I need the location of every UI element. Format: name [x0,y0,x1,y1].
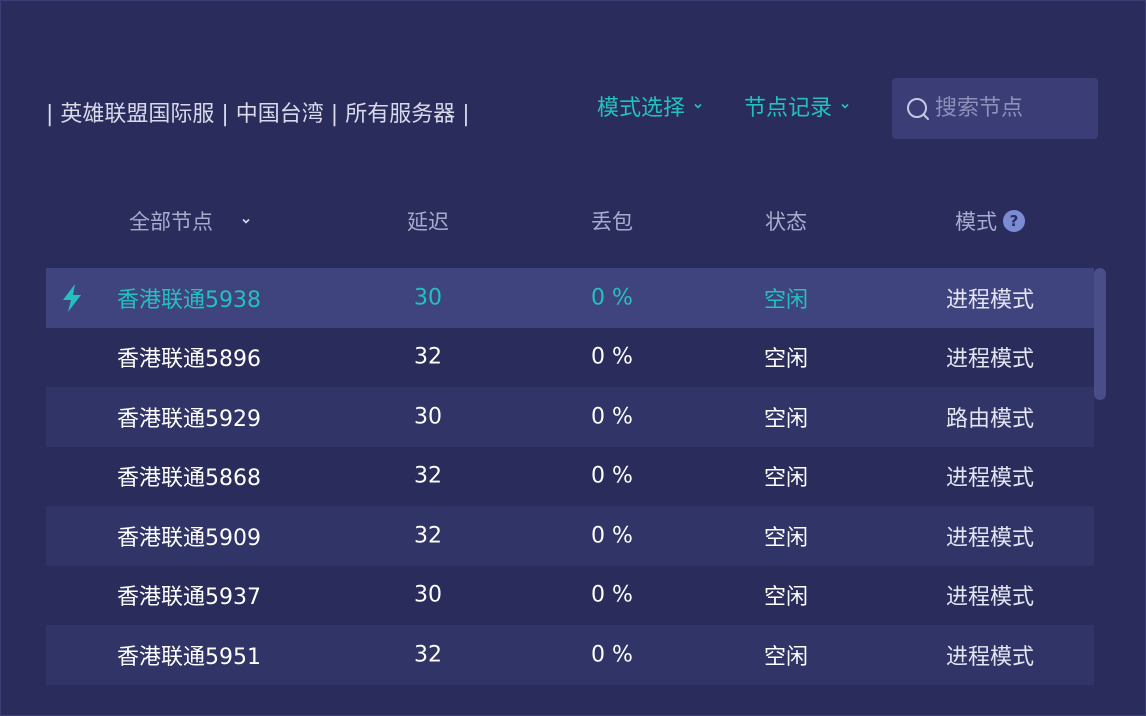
node-mode: 进程模式 [945,287,1035,313]
chevron-down-icon [694,103,702,109]
node-latency: 32 [414,642,442,668]
table-row[interactable]: 香港联通5938 30 0 % 空闲 进程模式 [46,268,1094,328]
node-loss: 0 % [591,582,633,608]
node-loss: 0 % [591,344,633,370]
header-mode-group: 模式 ? [955,206,1025,236]
lightning-bolt-icon [63,283,81,312]
node-name: 香港联通5937 [117,585,261,611]
node-status: 空闲 [763,525,809,551]
node-mode: 进程模式 [945,585,1035,611]
table-scrollbar[interactable] [1094,268,1106,672]
node-status: 空闲 [763,585,809,611]
header-loss[interactable]: 丢包 [591,206,633,236]
node-loss: 0 % [591,523,633,549]
node-name: 香港联通5929 [117,406,261,432]
node-mode: 进程模式 [945,347,1035,373]
breadcrumb: | 英雄联盟国际服 | 中国台湾 | 所有服务器 | [46,102,470,127]
node-status: 空闲 [763,466,809,492]
node-name: 香港联通5909 [117,525,261,551]
search-icon [907,97,929,120]
node-status: 空闲 [763,406,809,432]
search-input[interactable] [935,96,1085,121]
node-mode: 进程模式 [945,466,1035,492]
mode-select-label: 模式选择 [597,96,686,121]
node-history-label: 节点记录 [744,96,833,121]
mode-select-dropdown[interactable]: 模式选择 [597,90,703,122]
node-mode: 路由模式 [945,406,1035,432]
table-header: 全部节点 延迟 丢包 状态 模式 ? [46,198,1094,242]
table-row[interactable]: 香港联通5951 32 0 % 空闲 进程模式 [46,625,1094,685]
node-filter-dropdown[interactable]: 全部节点 [129,206,251,236]
node-mode: 进程模式 [945,644,1035,670]
node-loss: 0 % [591,285,633,311]
node-latency: 30 [414,285,442,311]
table-row[interactable]: 香港联通5929 30 0 % 空闲 路由模式 [46,387,1094,447]
search-box[interactable] [892,78,1098,139]
header-mode: 模式 [955,210,997,234]
node-latency: 32 [414,463,442,489]
node-name: 香港联通5951 [117,644,261,670]
node-history-dropdown[interactable]: 节点记录 [744,90,850,122]
node-latency: 32 [414,523,442,549]
header-latency[interactable]: 延迟 [407,206,449,236]
question-circle-icon[interactable]: ? [1003,210,1025,232]
node-name: 香港联通5896 [117,347,261,373]
node-name: 香港联通5868 [117,466,261,492]
chevron-down-icon [242,218,250,224]
chevron-down-icon [841,103,849,109]
table-row[interactable]: 香港联通5909 32 0 % 空闲 进程模式 [46,506,1094,566]
node-mode: 进程模式 [945,525,1035,551]
node-loss: 0 % [591,463,633,489]
table-row[interactable]: 香港联通5868 32 0 % 空闲 进程模式 [46,447,1094,507]
node-table: 香港联通5938 30 0 % 空闲 进程模式 香港联通5896 32 0 % … [46,268,1094,685]
node-status: 空闲 [763,287,809,313]
table-row[interactable]: 香港联通5937 30 0 % 空闲 进程模式 [46,566,1094,626]
node-latency: 30 [414,582,442,608]
scrollbar-thumb[interactable] [1094,268,1106,400]
header-node: 全部节点 [129,210,213,234]
node-loss: 0 % [591,642,633,668]
header-status: 状态 [765,210,807,234]
node-name: 香港联通5938 [117,287,261,313]
table-row[interactable]: 香港联通5896 32 0 % 空闲 进程模式 [46,328,1094,388]
node-latency: 30 [414,404,442,430]
node-latency: 32 [414,344,442,370]
node-status: 空闲 [763,644,809,670]
node-loss: 0 % [591,404,633,430]
node-status: 空闲 [763,347,809,373]
